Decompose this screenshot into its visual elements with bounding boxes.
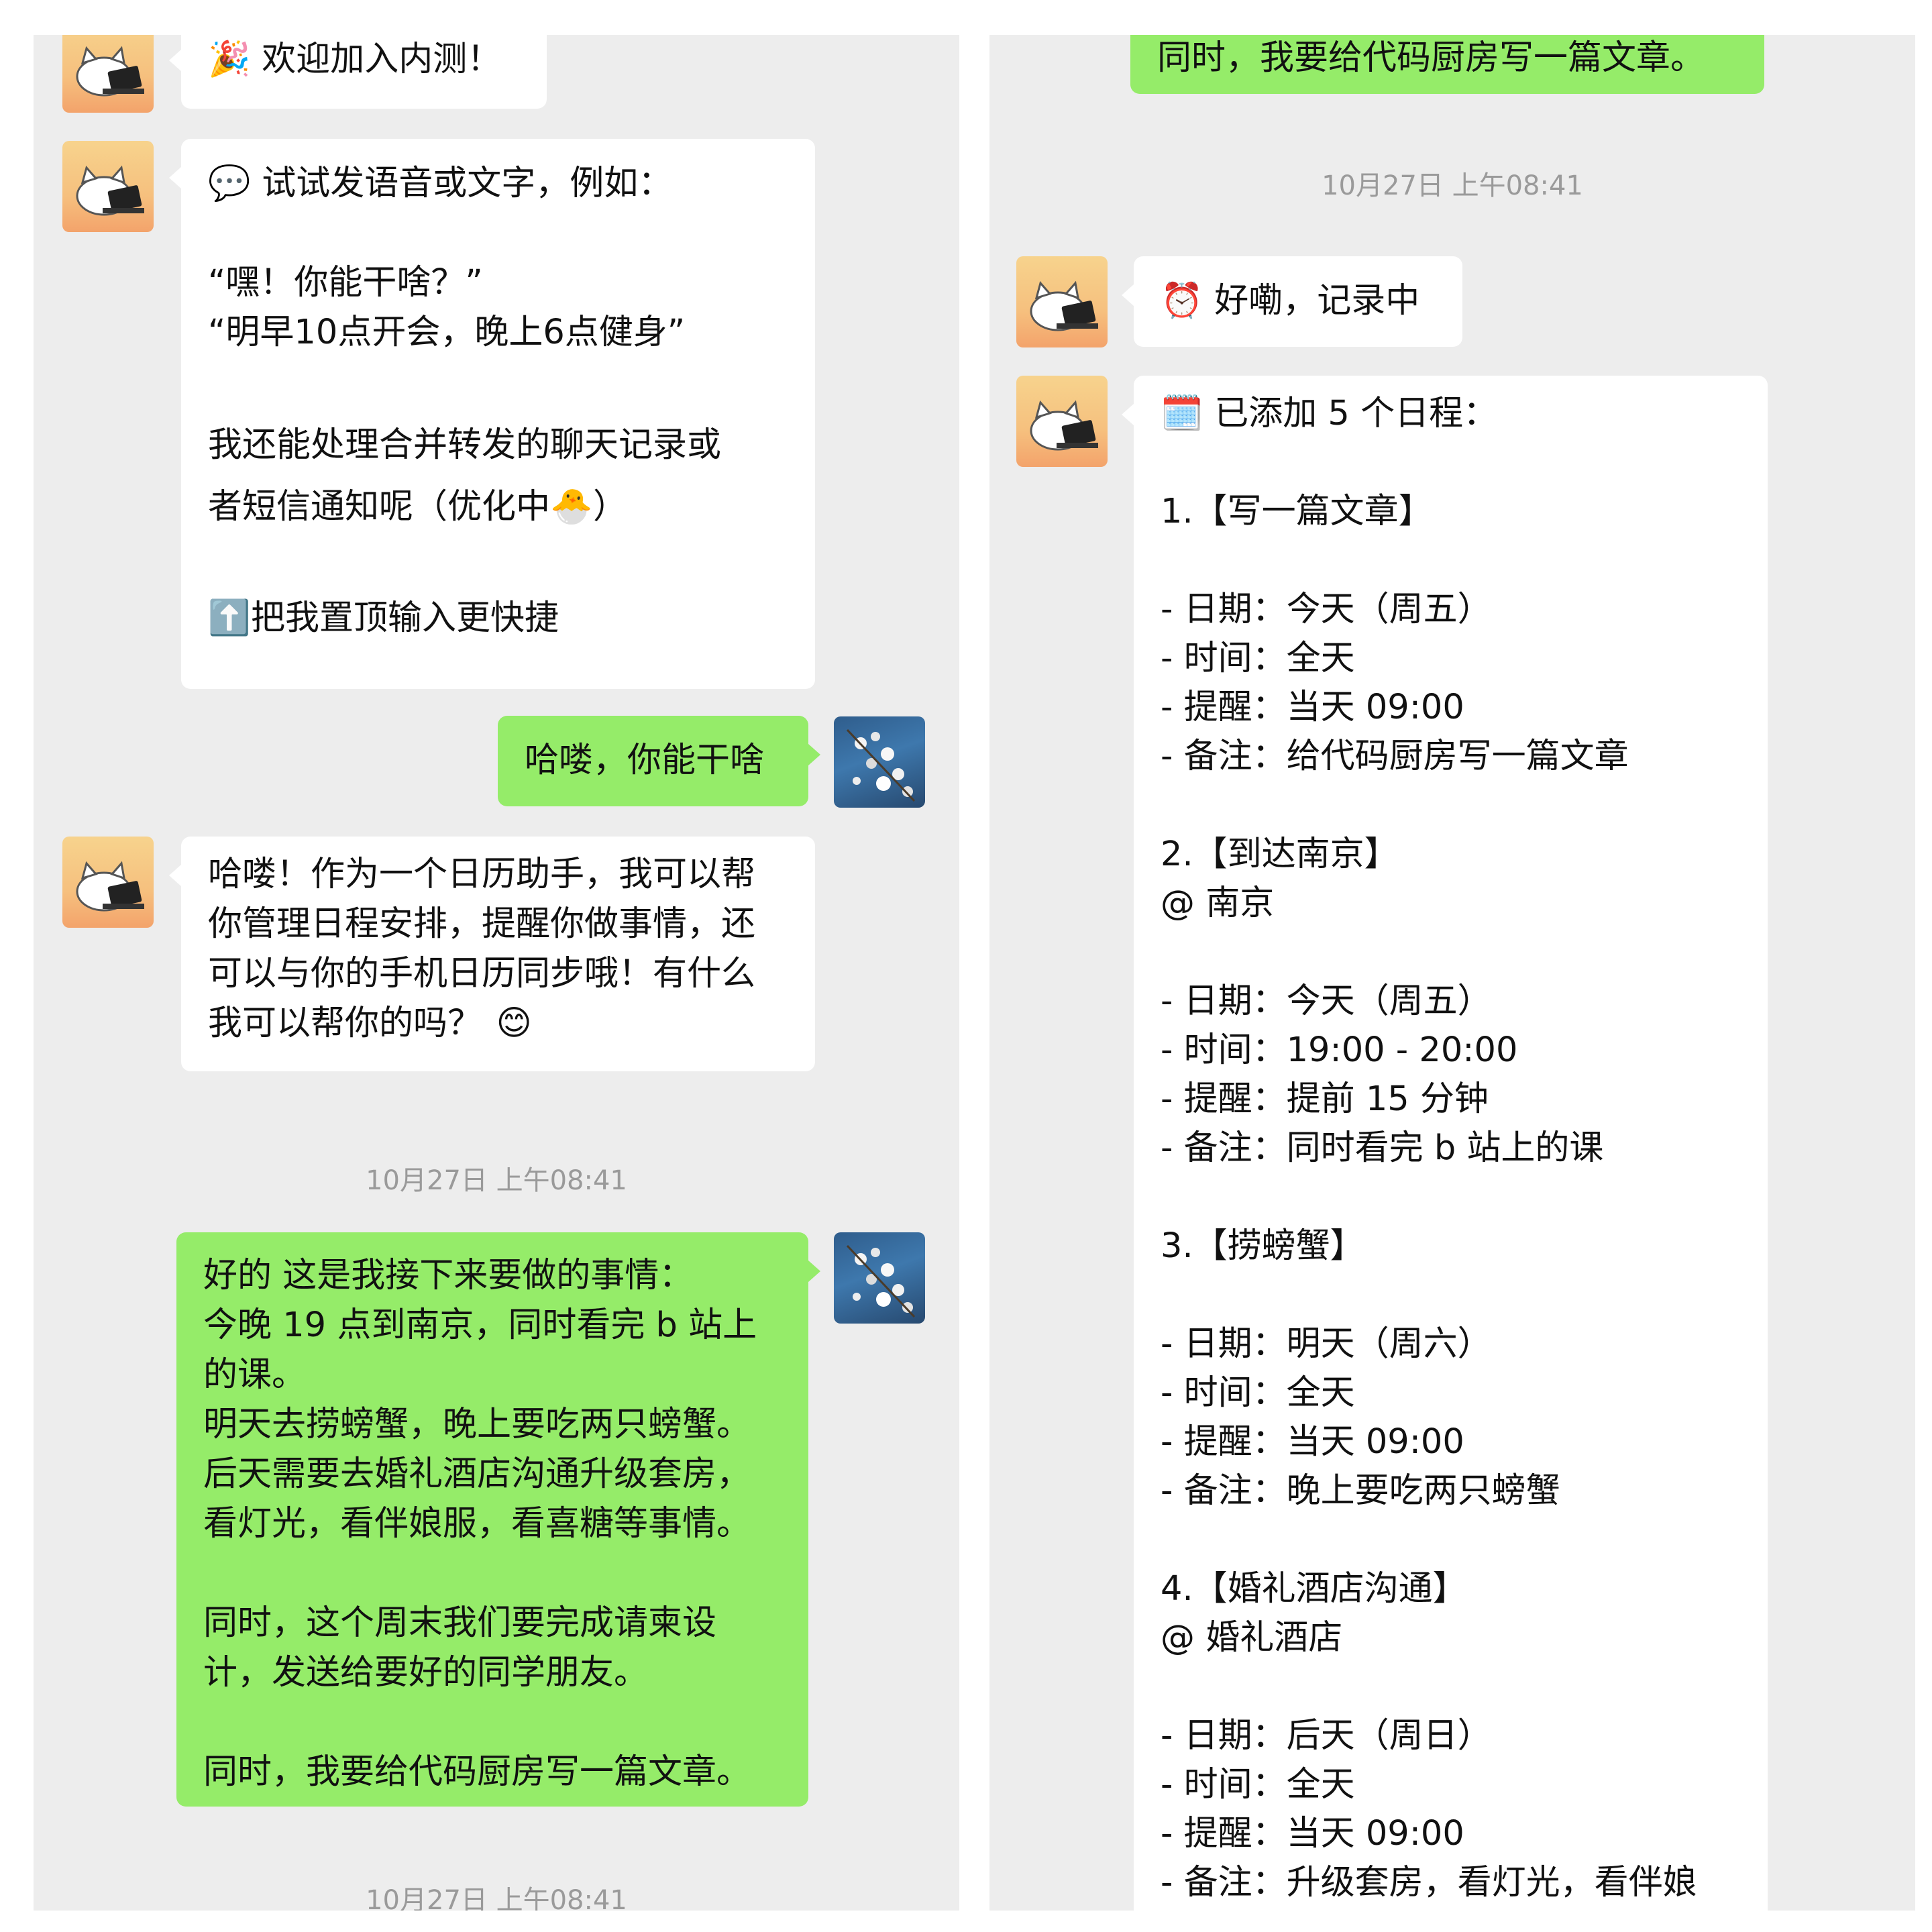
flower-photo-icon [846, 1244, 916, 1318]
timestamp: 10月27日 上午08:41 [366, 1885, 627, 1911]
schedule-item-line: - 提醒：当天 09:00 [1161, 1422, 1464, 1462]
schedule-item-location: @ 南京 [1161, 883, 1275, 923]
schedule-item-line: - 时间：全天 [1161, 1373, 1355, 1413]
user-avatar[interactable] [834, 1232, 925, 1324]
user-message-bubble: 同时，我要给代码厨房写一篇文章。 [1130, 35, 1764, 94]
example-line: “嘿！你能干啥？” [208, 263, 483, 303]
user-message-line: 今晚 19 点到南京，同时看完 b 站上 [203, 1305, 757, 1345]
schedule-item-title: 1.【写一篇文章】 [1161, 492, 1433, 531]
pin-tip-text: 把我置顶输入更快捷 [251, 598, 559, 638]
calendar-icon: 🗓️ [1161, 394, 1203, 433]
tips-header: 试试发语音或文字，例如： [262, 164, 673, 203]
user-avatar[interactable] [834, 716, 925, 808]
schedule-item-line: - 备注：晚上要吃两只螃蟹 [1161, 1471, 1560, 1511]
schedule-item-line: - 提醒：提前 15 分钟 [1161, 1079, 1489, 1119]
bot-reply-bubble: 哈喽！作为一个日历助手，我可以帮 你管理日程安排，提醒你做事情，还 可以与你的手… [169, 837, 815, 1071]
cat-laptop-icon [76, 46, 144, 97]
bot-avatar[interactable] [62, 35, 154, 113]
schedule-item-line: - 时间：19:00 - 20:00 [1161, 1030, 1518, 1070]
party-popper-icon: 🎉 [208, 40, 251, 79]
reply-line: 哈喽！作为一个日历助手，我可以帮 [208, 855, 756, 894]
timestamp: 10月27日 上午08:41 [1322, 170, 1583, 201]
tips-line: 者短信通知呢（优化中 [208, 487, 551, 527]
schedule-item-line: - 提醒：当天 09:00 [1161, 1814, 1464, 1854]
user-message-line: 的课。 [203, 1355, 307, 1395]
example-line: “明早10点开会，晚上6点健身” [208, 313, 686, 352]
user-message-line: 后天需要去婚礼酒店沟通升级套房， [203, 1454, 751, 1494]
smiling-face-icon: 😊 [496, 1004, 532, 1043]
schedule-item-line: - 提醒：当天 09:00 [1161, 688, 1464, 727]
user-message-line: 明天去捞螃蟹，晚上要吃两只螃蟹。 [203, 1405, 751, 1444]
reply-line: 我可以帮你的吗？ [208, 1004, 482, 1043]
tips-line-close: ） [593, 487, 628, 527]
bot-avatar[interactable] [62, 837, 154, 928]
schedule-bubble: 🗓️ 已添加 5 个日程： 1.【写一篇文章】 - 日期：今天（周五） - 时间… [1122, 376, 1768, 1911]
schedule-item-title: 2.【到达南京】 [1161, 835, 1399, 874]
bot-avatar[interactable] [62, 141, 154, 232]
schedule-item-location: @ 婚礼酒店 [1161, 1618, 1343, 1658]
tips-bubble: 💬 试试发语音或文字，例如： “嘿！你能干啥？” “明早10点开会，晚上6点健身… [169, 139, 815, 689]
cat-laptop-icon [76, 861, 144, 912]
schedule-item-line: - 日期：今天（周五） [1161, 590, 1492, 629]
speech-bubble-icon: 💬 [208, 164, 251, 203]
schedule-item-title: 4.【婚礼酒店沟通】 [1161, 1569, 1467, 1609]
user-message-line: 同时，我要给代码厨房写一篇文章。 [203, 1752, 751, 1792]
welcome-text: 欢迎加入内测！ [262, 40, 502, 79]
ack-bubble: ⏰ 好嘞，记录中 [1122, 256, 1462, 347]
ack-text: 好嘞，记录中 [1214, 281, 1420, 321]
schedule-item-line: - 备注：同时看完 b 站上的课 [1161, 1128, 1604, 1168]
user-message-bubble: 哈喽，你能干啥 [498, 716, 820, 806]
chat-panel-right[interactable]: 同时，我要给代码厨房写一篇文章。 10月27日 上午08:41 ⏰ 好嘞，记录中… [989, 35, 1915, 1911]
user-message-line: 计，发送给要好的同学朋友。 [203, 1653, 649, 1693]
schedule-header: 已添加 5 个日程： [1214, 394, 1498, 433]
flower-photo-icon [846, 729, 916, 802]
tips-line: 我还能处理合并转发的聊天记录或 [208, 425, 722, 465]
schedule-item-line: - 日期：明天（周六） [1161, 1324, 1492, 1364]
hatching-chick-icon: 🐣 [550, 487, 593, 527]
schedule-item-line: - 日期：后天（周日） [1161, 1716, 1492, 1756]
cat-laptop-icon [1030, 280, 1098, 331]
user-message-text: 同时，我要给代码厨房写一篇文章。 [1157, 38, 1705, 78]
schedule-item-line: - 日期：今天（周五） [1161, 981, 1492, 1021]
schedule-item-line: - 时间：全天 [1161, 1765, 1355, 1805]
schedule-item-title: 3.【捞螃蟹】 [1161, 1226, 1364, 1266]
cat-laptop-icon [76, 165, 144, 216]
bot-avatar[interactable] [1016, 256, 1108, 347]
schedule-item-line: - 备注：升级套房，看灯光，看伴娘 [1161, 1863, 1697, 1902]
welcome-bubble: 🎉 欢迎加入内测！ [169, 35, 547, 109]
user-message-text: 哈喽，你能干啥 [525, 741, 765, 780]
schedule-item-line: - 时间：全天 [1161, 639, 1355, 678]
reply-line: 可以与你的手机日历同步哦！有什么 [208, 954, 756, 994]
user-message-line: 同时，这个周末我们要完成请柬设 [203, 1603, 717, 1643]
cat-laptop-icon [1030, 400, 1098, 451]
chat-panel-left[interactable]: 🎉 欢迎加入内测！ 💬 试试发语音或文字，例如： “嘿！你能干啥？” “明早10… [34, 35, 959, 1911]
up-arrow-icon: ⬆️ [208, 598, 251, 638]
user-message-line: 看灯光，看伴娘服，看喜糖等事情。 [203, 1504, 751, 1544]
user-message-line: 好的 这是我接下来要做的事情： [203, 1256, 694, 1295]
schedule-item-line: - 备注：给代码厨房写一篇文章 [1161, 737, 1629, 776]
timestamp: 10月27日 上午08:41 [366, 1165, 627, 1196]
bot-avatar[interactable] [1016, 376, 1108, 467]
alarm-clock-icon: ⏰ [1161, 281, 1203, 321]
user-message-bubble: 好的 这是我接下来要做的事情： 今晚 19 点到南京，同时看完 b 站上 的课。… [176, 1232, 820, 1807]
reply-line: 你管理日程安排，提醒你做事情，还 [208, 904, 756, 944]
